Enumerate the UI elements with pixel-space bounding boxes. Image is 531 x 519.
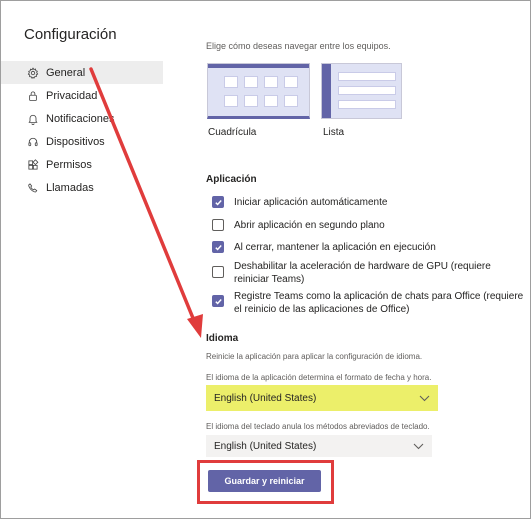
sidebar: General Privacidad Notificaciones Dispos…	[1, 61, 163, 199]
page-title: Configuración	[24, 26, 117, 43]
settings-window: Configuración General Privacidad Notific…	[0, 0, 531, 519]
sidebar-item-label: Permisos	[46, 158, 92, 171]
option-label: Iniciar aplicación automáticamente	[234, 197, 388, 208]
grid-thumbnail	[207, 63, 310, 119]
keyboard-language-dropdown[interactable]: English (United States)	[206, 435, 432, 457]
application-section-title: Aplicación	[206, 174, 257, 185]
checkbox-unchecked[interactable]	[212, 219, 224, 231]
sidebar-item-permisos[interactable]: Permisos	[1, 153, 163, 176]
save-and-restart-button[interactable]: Guardar y reiniciar	[208, 470, 321, 492]
option-keep-running[interactable]: Al cerrar, mantener la aplicación en eje…	[212, 241, 512, 254]
checkbox-checked[interactable]	[212, 196, 224, 208]
checkbox-checked[interactable]	[212, 295, 224, 307]
option-register-chat-app[interactable]: Registre Teams como la aplicación de cha…	[212, 290, 528, 316]
bell-icon	[25, 111, 41, 127]
app-language-dropdown[interactable]: English (United States)	[206, 385, 438, 411]
list-layout-option[interactable]	[321, 63, 402, 119]
keyboard-language-hint: El idioma del teclado anula los métodos …	[206, 422, 430, 431]
option-label: Deshabilitar la aceleración de hardware …	[234, 261, 491, 285]
checkbox-checked[interactable]	[212, 241, 224, 253]
dropdown-value: English (United States)	[214, 440, 317, 452]
language-section-title: Idioma	[206, 333, 239, 344]
dropdown-value: English (United States)	[214, 392, 317, 404]
sidebar-item-label: Privacidad	[46, 89, 98, 102]
sidebar-item-general[interactable]: General	[1, 61, 163, 84]
sidebar-item-dispositivos[interactable]: Dispositivos	[1, 130, 163, 153]
sidebar-item-privacidad[interactable]: Privacidad	[1, 84, 163, 107]
app-language-hint: El idioma de la aplicación determina el …	[206, 373, 432, 382]
list-thumbnail	[321, 63, 402, 119]
chevron-down-icon	[413, 443, 424, 449]
layout-hint: Elige cómo deseas navegar entre los equi…	[206, 41, 391, 51]
grid-layout-label: Cuadrícula	[208, 127, 257, 138]
option-label: Abrir aplicación en segundo plano	[234, 220, 385, 231]
headset-icon	[25, 134, 41, 150]
lock-icon	[25, 88, 41, 104]
option-start-auto[interactable]: Iniciar aplicación automáticamente	[212, 196, 512, 209]
option-label: Registre Teams como la aplicación de cha…	[234, 291, 524, 315]
option-label: Al cerrar, mantener la aplicación en eje…	[234, 242, 436, 253]
sidebar-item-label: General	[46, 66, 86, 79]
sidebar-item-label: Notificaciones	[46, 112, 115, 125]
grid-layout-option[interactable]	[207, 63, 310, 119]
checkbox-unchecked[interactable]	[212, 266, 224, 278]
gear-icon	[25, 65, 41, 81]
sidebar-item-llamadas[interactable]: Llamadas	[1, 176, 163, 199]
sidebar-item-notificaciones[interactable]: Notificaciones	[1, 107, 163, 130]
list-layout-label: Lista	[323, 127, 345, 138]
restart-hint: Reinicie la aplicación para aplicar la c…	[206, 352, 423, 361]
chevron-down-icon	[419, 395, 430, 401]
option-open-background[interactable]: Abrir aplicación en segundo plano	[212, 219, 512, 232]
sidebar-item-label: Dispositivos	[46, 135, 105, 148]
phone-icon	[25, 180, 41, 196]
sidebar-item-label: Llamadas	[46, 181, 94, 194]
apps-icon	[25, 157, 41, 173]
option-disable-gpu[interactable]: Deshabilitar la aceleración de hardware …	[212, 260, 512, 286]
